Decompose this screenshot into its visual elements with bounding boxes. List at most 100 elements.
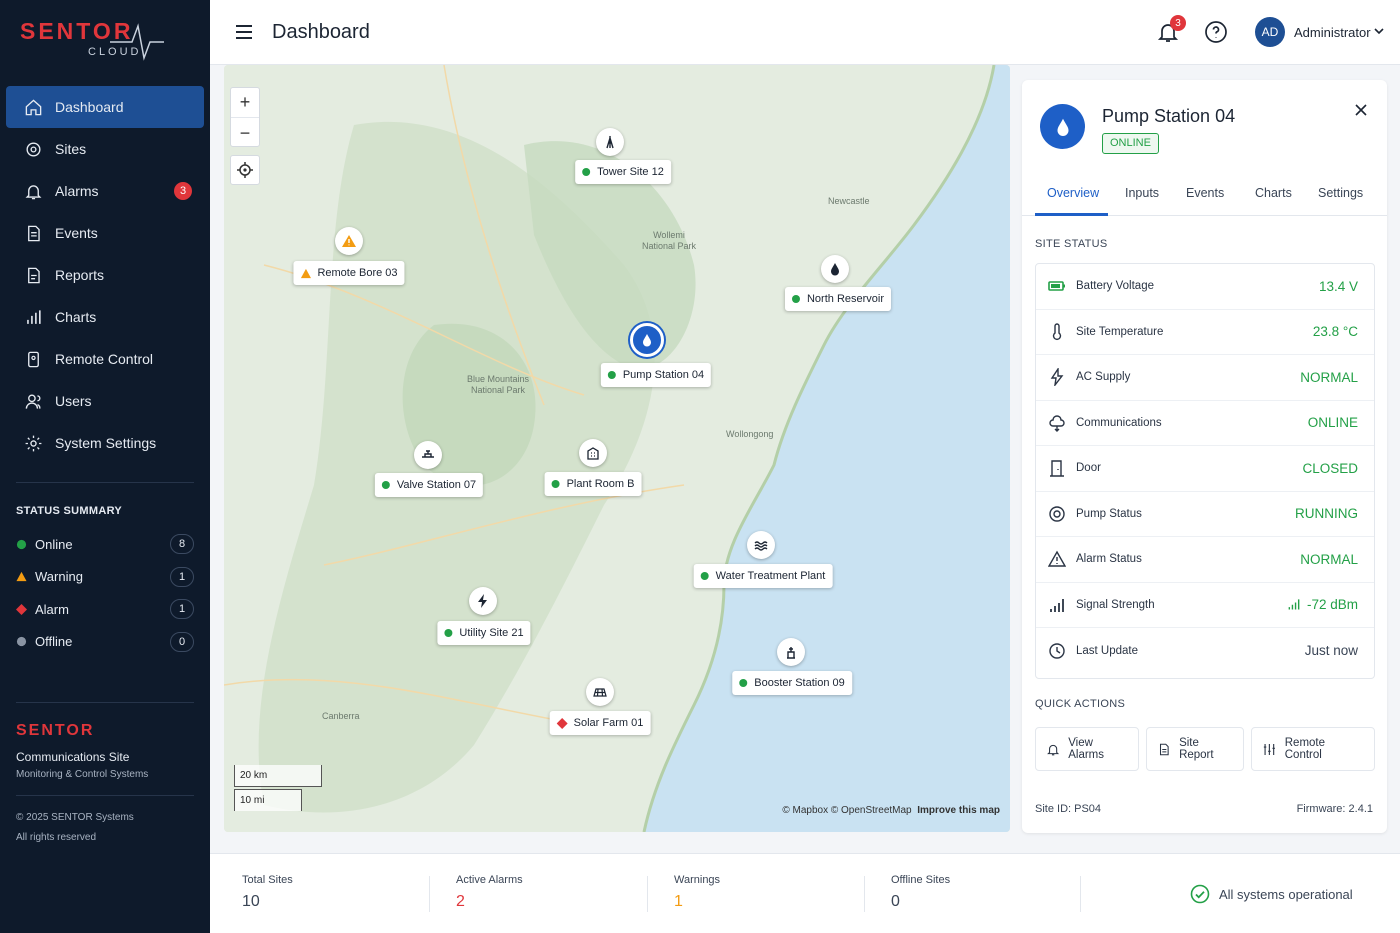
- signal-icon: [1050, 598, 1064, 612]
- site-name: Valve Station 07: [396, 479, 477, 491]
- action-label: Remote Control: [1284, 737, 1326, 761]
- site-name: Remote Bore 03: [317, 267, 398, 279]
- sidebar-nav: Dashboard Sites Alarms 3 Events Reports …: [0, 86, 210, 464]
- sidebar-item-charts[interactable]: Charts: [6, 296, 204, 338]
- sidebar-item-alarms[interactable]: Alarms 3: [6, 170, 204, 212]
- place-label: Wollongong: [726, 429, 774, 439]
- site-marker-north-reservoir[interactable]: [821, 255, 849, 283]
- door-icon: [1050, 460, 1064, 477]
- logo[interactable]: SENTOR CLOUD: [20, 18, 170, 64]
- site-name: Water Treatment Plant: [715, 570, 826, 582]
- site-marker-valve-station-07[interactable]: [414, 441, 442, 469]
- site-marker-utility-site-21[interactable]: [469, 587, 497, 615]
- status-row-last-update: Last Update Just now: [1036, 628, 1374, 674]
- status-row-alarm: Alarm Status NORMAL: [1036, 537, 1374, 583]
- remote-control-button[interactable]: Remote Control: [1251, 727, 1375, 771]
- site-status-title: SITE STATUS: [1035, 238, 1108, 250]
- warning-triangle-icon: [16, 572, 27, 582]
- site-label-water-treatment-plant[interactable]: Water Treatment Plant: [693, 564, 833, 588]
- stat-value: 2: [456, 893, 465, 910]
- map[interactable]: + − Newcastle Wollemi National Park Blue…: [224, 65, 1010, 832]
- rights-reserved: All rights reserved: [16, 832, 97, 843]
- avatar[interactable]: AD: [1255, 17, 1285, 47]
- site-label-north-reservoir[interactable]: North Reservoir: [784, 287, 892, 311]
- site-marker-plant-room-b[interactable]: [579, 439, 607, 467]
- zoom-out-button[interactable]: −: [231, 118, 259, 148]
- site-marker-pump-station-04[interactable]: [630, 323, 664, 357]
- footer-brand: SENTOR: [16, 722, 95, 739]
- site-label-plant-room-b[interactable]: Plant Room B: [544, 472, 642, 496]
- stat-value: 1: [674, 893, 683, 910]
- close-icon[interactable]: [1353, 102, 1369, 118]
- attribution-text[interactable]: © Mapbox © OpenStreetMap: [782, 805, 911, 816]
- sidebar-item-system-settings[interactable]: System Settings: [6, 422, 204, 464]
- place-label: Blue Mountains National Park: [467, 374, 530, 395]
- sidebar-item-label: Charts: [55, 309, 97, 325]
- signal-bars-icon: [1288, 599, 1300, 610]
- hamburger-menu-icon[interactable]: [234, 22, 254, 42]
- site-label-remote-bore-03[interactable]: Remote Bore 03: [293, 261, 405, 285]
- status-count: 0: [170, 631, 194, 652]
- site-marker-tower-site-12[interactable]: [596, 128, 624, 156]
- chevron-down-icon[interactable]: [1372, 24, 1386, 38]
- sidebar-item-label: Remote Control: [55, 351, 154, 367]
- sidebar-item-users[interactable]: Users: [6, 380, 204, 422]
- site-report-button[interactable]: Site Report: [1146, 727, 1244, 771]
- sidebar-item-events[interactable]: Events: [6, 212, 204, 254]
- view-alarms-button[interactable]: View Alarms: [1035, 727, 1139, 771]
- site-marker-booster-station-09[interactable]: [777, 638, 805, 666]
- status-count: 1: [170, 599, 194, 620]
- site-name: Solar Farm 01: [573, 717, 644, 729]
- row-label: Alarm Status: [1076, 553, 1142, 566]
- row-label: Battery Voltage: [1076, 280, 1154, 293]
- stat-warnings: Warnings 1: [674, 874, 720, 911]
- row-value: ONLINE: [1307, 415, 1358, 431]
- sidebar-item-dashboard[interactable]: Dashboard: [6, 86, 204, 128]
- site-label-tower-site-12[interactable]: Tower Site 12: [575, 160, 671, 184]
- status-warning-row[interactable]: Warning 1: [16, 561, 194, 594]
- site-label-valve-station-07[interactable]: Valve Station 07: [374, 473, 484, 497]
- sidebar-item-remote-control[interactable]: Remote Control: [6, 338, 204, 380]
- page-title: Dashboard: [272, 21, 370, 43]
- tab-overview[interactable]: Overview: [1047, 186, 1099, 200]
- site-label-booster-station-09[interactable]: Booster Station 09: [732, 671, 852, 695]
- check-circle-icon: [1190, 884, 1210, 904]
- site-label-solar-farm-01[interactable]: Solar Farm 01: [549, 711, 651, 735]
- zoom-in-button[interactable]: +: [231, 88, 259, 118]
- tab-settings[interactable]: Settings: [1318, 186, 1363, 200]
- tab-events[interactable]: Events: [1186, 186, 1224, 200]
- online-dot-icon: [16, 539, 27, 549]
- bell-icon: [1047, 744, 1060, 755]
- sidebar-item-label: Alarms: [55, 183, 99, 199]
- signal-value: -72 dBm: [1306, 597, 1358, 613]
- site-status-list: Battery Voltage 13.4 V Site Temperature …: [1035, 263, 1375, 679]
- sidebar-item-reports[interactable]: Reports: [6, 254, 204, 296]
- sidebar-item-label: System Settings: [55, 435, 157, 451]
- site-marker-solar-farm-01[interactable]: [586, 678, 614, 706]
- site-label-utility-site-21[interactable]: Utility Site 21: [437, 621, 531, 645]
- status-count: 8: [170, 534, 194, 555]
- site-label-pump-station-04[interactable]: Pump Station 04: [600, 363, 712, 387]
- status-alarm-row[interactable]: Alarm 1: [16, 593, 194, 626]
- user-name[interactable]: Administrator: [1294, 25, 1371, 40]
- status-online-row[interactable]: Online 8: [16, 528, 194, 561]
- row-label: Signal Strength: [1076, 598, 1155, 611]
- sidebar-item-sites[interactable]: Sites: [6, 128, 204, 170]
- site-marker-remote-bore-03[interactable]: [335, 227, 363, 255]
- help-icon[interactable]: [1204, 20, 1228, 44]
- site-marker-water-treatment-plant[interactable]: [747, 531, 775, 559]
- place-label: Wollemi National Park: [642, 230, 697, 251]
- firmware-version: Firmware: 2.4.1: [1296, 803, 1373, 815]
- tab-inputs[interactable]: Inputs: [1125, 186, 1159, 200]
- row-value: RUNNING: [1295, 506, 1358, 522]
- scale-bar-mi: 10 mi: [234, 789, 302, 811]
- target-icon: [26, 141, 41, 157]
- water-drop-icon: [831, 263, 839, 276]
- locate-button[interactable]: [230, 155, 260, 185]
- improve-map-link[interactable]: Improve this map: [917, 805, 1000, 816]
- lightning-icon: [478, 594, 487, 608]
- topbar: Dashboard 3 AD Administrator: [210, 0, 1400, 65]
- sidebar-item-label: Events: [55, 225, 98, 241]
- tab-charts[interactable]: Charts: [1255, 186, 1292, 200]
- status-offline-row[interactable]: Offline 0: [16, 626, 194, 659]
